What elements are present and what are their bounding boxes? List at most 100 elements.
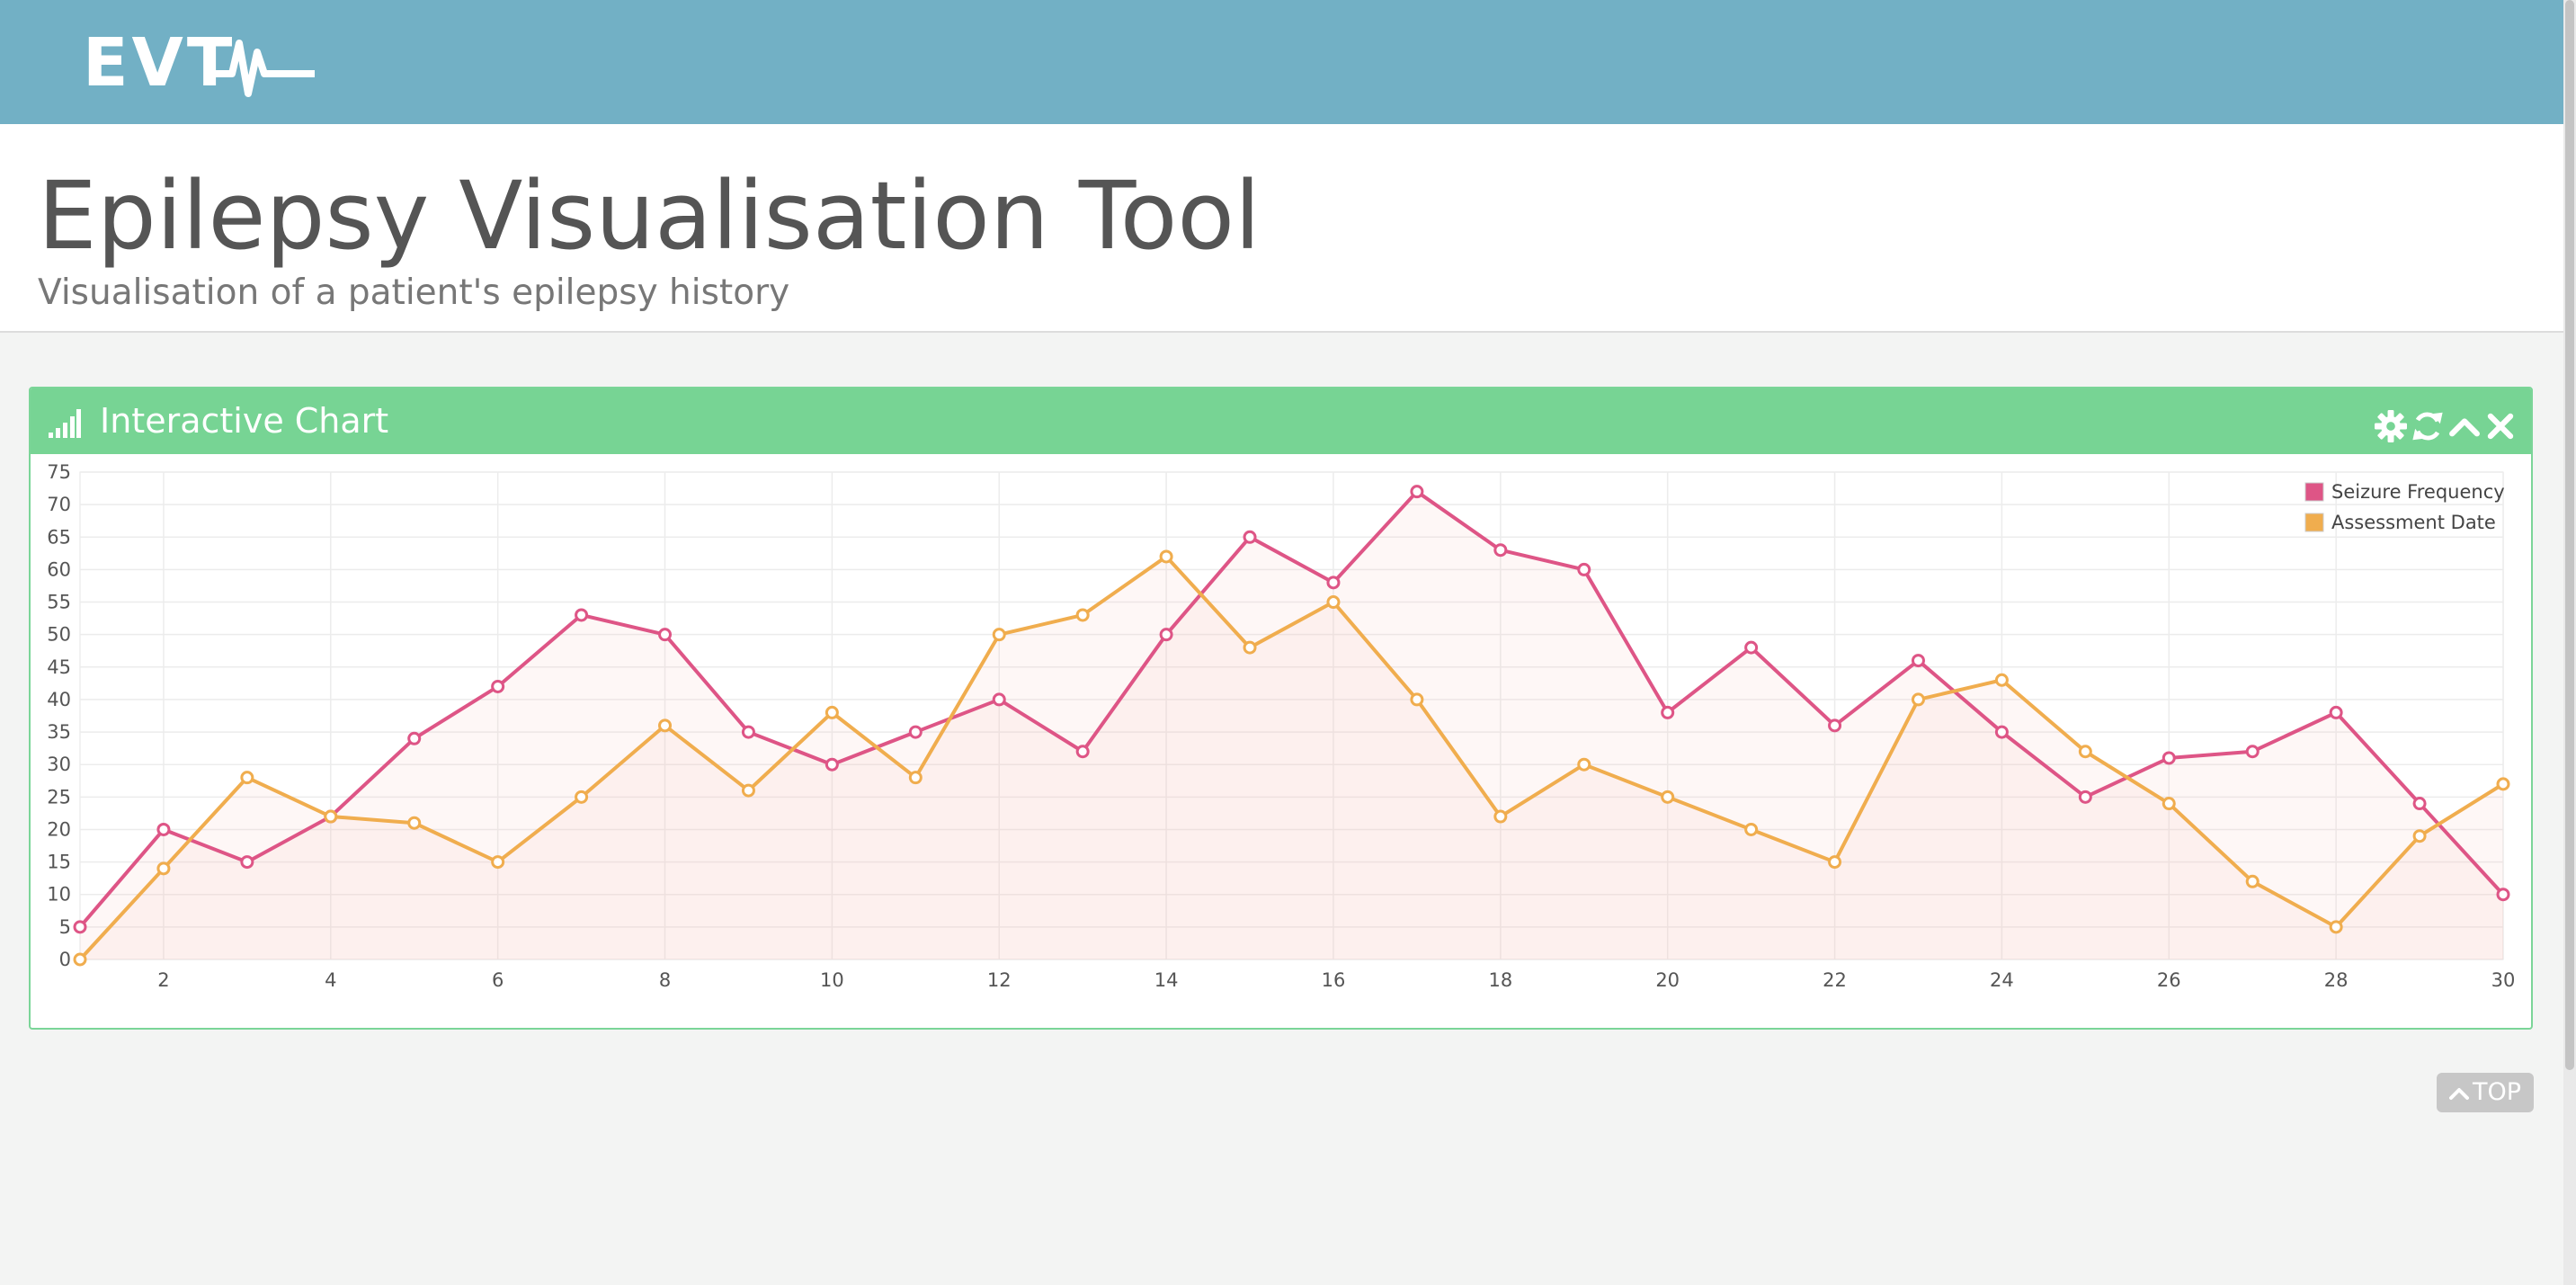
data-point [491,855,505,870]
x-tick-label: 22 [1823,969,1847,991]
data-point [1661,705,1675,719]
data-point [1577,757,1591,772]
y-tick-label: 10 [47,884,71,906]
gear-icon[interactable] [2375,410,2407,442]
data-point [1243,530,1257,544]
panel-header: Interactive Chart [31,388,2531,454]
logo-text: EVT [83,24,236,102]
x-tick-label: 18 [1488,969,1512,991]
back-to-top-button[interactable]: TOP [2437,1073,2534,1112]
data-point [240,771,254,785]
data-point [156,861,171,876]
page-title: Epilepsy Visualisation Tool [38,161,1261,271]
x-tick-label: 30 [2491,969,2516,991]
data-point [658,718,673,733]
y-tick-label: 60 [47,558,71,580]
data-point [1911,654,1925,668]
evt-logo[interactable]: EVT [83,20,316,106]
line-chart[interactable]: 0510152025303540455055606570752 4 6 8 10 12 14… [31,454,2531,1030]
data-point [2078,790,2092,804]
data-point [2245,874,2260,888]
x-tick-label: 6 [492,969,504,991]
data-point [1159,628,1173,642]
data-point [2329,920,2343,934]
data-point [1075,745,1090,759]
data-point [240,855,254,870]
data-point [2412,797,2427,811]
data-point [658,628,673,642]
data-point [1159,549,1173,564]
legend-label: Assessment Date [2331,512,2496,533]
data-point [1828,718,1842,733]
data-point [741,783,755,798]
data-point [575,790,589,804]
data-point [156,822,171,836]
page-subtitle: Visualisation of a patient's epilepsy hi… [38,272,790,313]
y-tick-label: 75 [47,461,71,483]
data-point [2078,745,2092,759]
y-tick-label: 25 [47,786,71,808]
scrollbar-thumb[interactable] [2565,0,2574,1070]
data-point [1243,640,1257,655]
y-tick-label: 20 [47,818,71,840]
x-tick-label: 10 [820,969,844,991]
data-point [1994,673,2009,687]
data-point [324,809,338,824]
x-tick-label: 14 [1154,969,1179,991]
data-point [1493,543,1508,558]
x-tick-label: 28 [2324,969,2349,991]
x-tick-label: 2 [157,969,169,991]
data-point [2245,745,2260,759]
data-point [2162,797,2176,811]
data-point [992,628,1006,642]
data-point [1744,822,1759,836]
x-tick-label: 4 [325,969,336,991]
data-point [2162,751,2176,765]
y-tick-label: 40 [47,689,71,710]
data-point [1410,485,1424,499]
data-point [1911,692,1925,707]
y-tick-label: 70 [47,494,71,515]
chevron-up-icon [2448,1087,2469,1100]
y-tick-label: 15 [47,852,71,873]
data-point [1744,640,1759,655]
x-tick-label: 20 [1655,969,1680,991]
data-point [1828,855,1842,870]
page-header: Epilepsy Visualisation Tool Visualisatio… [0,124,2563,333]
heartbeat-icon [216,40,315,97]
data-point [407,816,422,830]
data-point [73,920,87,934]
interactive-chart-panel: Interactive Chart 0 5 10 15 20 25 30 35 40 45 50 [29,387,2533,1030]
x-tick-label: 24 [1990,969,2014,991]
x-tick-label: 8 [659,969,671,991]
data-point [1075,608,1090,622]
x-tick-label: 26 [2157,969,2181,991]
bar-chart-icon [49,409,81,438]
data-point [992,692,1006,707]
chevron-up-icon[interactable] [2448,410,2481,442]
y-tick-label: 65 [47,526,71,548]
data-point [2412,829,2427,843]
data-point [2496,777,2510,791]
data-point [1326,576,1341,590]
refresh-icon[interactable] [2411,410,2444,442]
y-tick-label: 50 [47,624,71,646]
data-point [908,771,923,785]
legend-swatch [2304,482,2324,502]
panel-title: Interactive Chart [100,401,389,441]
y-tick-label: 0 [59,949,71,970]
y-tick-label: 5 [59,916,71,938]
data-point [491,679,505,693]
y-tick-label: 35 [47,721,71,743]
data-point [1410,692,1424,707]
x-tick-label: 12 [987,969,1012,991]
data-point [1994,725,2009,739]
data-point [908,725,923,739]
y-tick-label: 55 [47,592,71,613]
data-point [73,952,87,967]
x-tick-label: 16 [1322,969,1346,991]
data-point [824,757,839,772]
close-icon[interactable] [2484,410,2517,442]
vertical-scrollbar[interactable] [2563,0,2576,1285]
data-point [1577,562,1591,576]
